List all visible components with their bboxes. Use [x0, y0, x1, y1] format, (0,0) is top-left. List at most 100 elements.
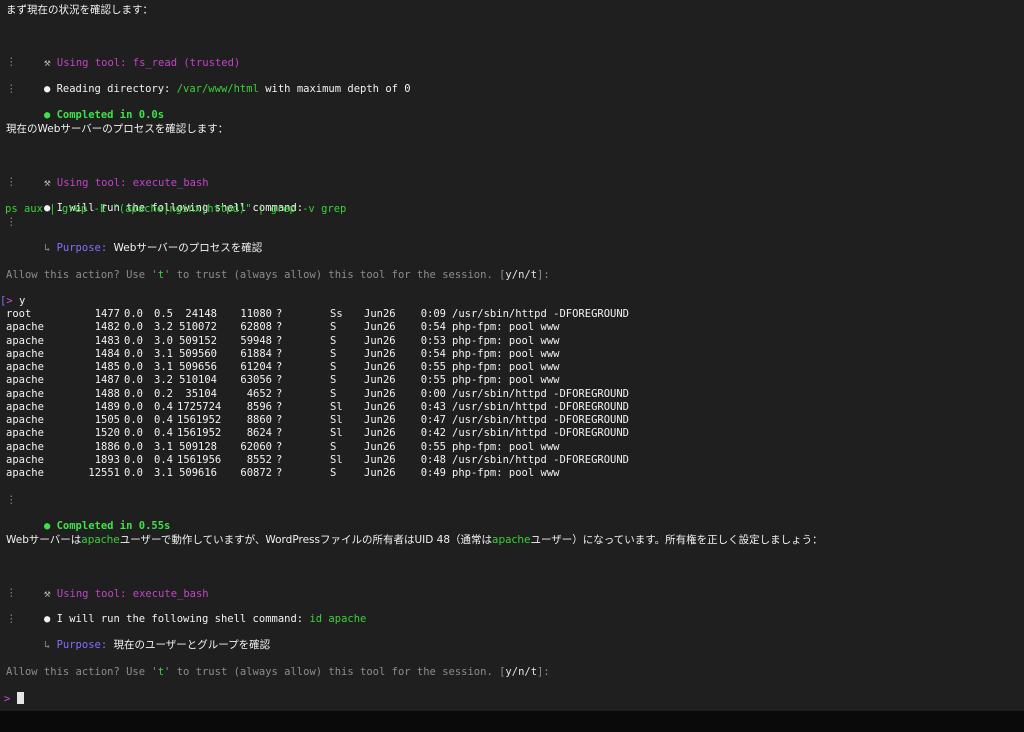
process-stat: S	[330, 361, 337, 373]
purpose-text: Webサーバーのプロセスを確認	[113, 242, 263, 254]
process-stat: S	[330, 440, 337, 453]
process-user: apache	[6, 427, 44, 440]
process-pid: 1477	[94, 308, 120, 320]
purpose-label: Purpose:	[56, 242, 108, 254]
process-time: 0:48	[420, 453, 446, 466]
process-start: Jun26	[364, 321, 396, 334]
analysis-part: ユーザー）になっています。所有権を正しく設定しましょう：	[530, 534, 823, 546]
gutter-icon: ⋮	[6, 494, 17, 506]
process-cmd: /usr/sbin/httpd -DFOREGROUND	[452, 453, 630, 466]
process-start: Jun26	[364, 387, 396, 400]
terminal-frame: まず現在の状況を確認します： ⚒ Using tool: fs_read (tr…	[0, 0, 1024, 732]
allow-middle: ' to trust (always allow) this tool for …	[164, 666, 506, 678]
process-cmd: /usr/sbin/httpd -DFOREGROUND	[452, 414, 630, 426]
prompt-glyph: >	[4, 693, 11, 705]
process-stat: Sl	[330, 414, 343, 426]
process-rss: 4652	[246, 387, 272, 400]
allow-suffix: ]:	[537, 666, 550, 678]
process-vsz: 35104	[185, 387, 217, 400]
process-time: 0:00	[420, 387, 446, 400]
process-user: apache	[6, 347, 44, 360]
process-mem: 3.1	[154, 440, 173, 453]
process-time: 0:09	[420, 308, 446, 320]
allow-middle: ' to trust (always allow) this tool for …	[164, 269, 506, 281]
tool-prefix: Using tool:	[56, 177, 127, 189]
process-stat: Sl	[330, 453, 343, 466]
analysis-part: ユーザーで動作していますが、WordPressファイルの所有者はUID 48（通…	[119, 534, 493, 546]
bullet-icon: ●	[43, 613, 51, 625]
process-cpu: 0.0	[124, 453, 143, 466]
process-pid: 1893	[94, 453, 120, 466]
tool-prefix: Using tool:	[56, 57, 127, 69]
reading-prefix: Reading directory:	[56, 83, 177, 95]
process-mem: 0.4	[154, 414, 173, 426]
tool-name: execute_bash	[132, 588, 209, 600]
gutter-icon: ⋮	[6, 216, 17, 228]
process-pid: 1505	[94, 414, 120, 426]
process-user: apache	[6, 467, 44, 479]
process-stat: S	[330, 321, 337, 334]
process-cpu: 0.0	[124, 427, 143, 440]
intro-text: まず現在の状況を確認します：	[6, 4, 153, 16]
process-vsz: 509616	[179, 467, 217, 479]
process-cmd: php-fpm: pool www	[452, 361, 560, 373]
process-rss: 62808	[240, 321, 272, 334]
process-rss: 8624	[246, 427, 272, 440]
process-cpu: 0.0	[124, 400, 143, 413]
process-start: Jun26	[364, 400, 396, 413]
process-cpu: 0.0	[124, 440, 143, 453]
process-vsz: 1561952	[177, 414, 222, 426]
process-rss: 60872	[240, 467, 272, 479]
purpose-line: ↳ Purpose: Webサーバーのプロセスを確認	[6, 229, 262, 268]
process-tty: ?	[276, 374, 283, 387]
allow-prefix: Allow this action? Use '	[6, 269, 158, 281]
process-user: apache	[6, 321, 44, 334]
process-cpu: 0.0	[124, 414, 143, 426]
prompt-glyph: >	[6, 295, 13, 307]
process-start: Jun26	[364, 347, 396, 360]
process-time: 0:54	[420, 347, 446, 360]
allow-suffix: ]:	[537, 269, 550, 281]
process-rss: 63056	[240, 374, 272, 387]
process-cmd: php-fpm: pool www	[452, 374, 560, 387]
process-rss: 62060	[240, 440, 272, 453]
process-stat: Sl	[330, 400, 343, 413]
terminal-output[interactable]: まず現在の状況を確認します： ⚒ Using tool: fs_read (tr…	[0, 0, 1024, 711]
process-cmd: php-fpm: pool www	[452, 440, 560, 453]
process-tty: ?	[276, 334, 283, 347]
process-vsz: 1561956	[177, 453, 222, 466]
process-rss: 8596	[246, 400, 272, 413]
purpose-label: Purpose:	[56, 639, 108, 651]
process-time: 0:55	[420, 374, 446, 387]
process-start: Jun26	[364, 467, 396, 479]
allow-options: y/n/t	[505, 269, 538, 281]
process-cpu: 0.0	[124, 361, 143, 373]
process-vsz: 1725724	[177, 400, 222, 413]
gutter-icon: ⋮	[6, 83, 17, 95]
input-prompt-line[interactable]: >	[4, 692, 24, 706]
text-cursor[interactable]	[16, 692, 24, 704]
process-pid: 1488	[94, 387, 120, 400]
process-pid: 1520	[94, 427, 120, 440]
process-time: 0:55	[420, 440, 446, 453]
tool-prefix: Using tool:	[56, 588, 127, 600]
purpose-text: 現在のユーザーとグループを確認	[113, 639, 271, 651]
process-cpu: 0.0	[124, 347, 143, 360]
process-rss: 61884	[240, 347, 272, 360]
process-mem: 0.4	[154, 427, 173, 440]
process-stat: S	[330, 387, 337, 400]
prompt-answer: y	[18, 295, 26, 307]
allow-options: y/n/t	[505, 666, 538, 678]
process-tty: ?	[276, 453, 283, 466]
process-vsz: 510072	[179, 321, 217, 334]
process-start: Jun26	[364, 427, 396, 440]
analysis-part: Webサーバーは	[6, 534, 82, 546]
process-time: 0:55	[420, 361, 446, 373]
process-tty: ?	[276, 414, 283, 426]
process-start: Jun26	[364, 440, 396, 453]
process-user: apache	[6, 361, 44, 373]
process-mem: 3.1	[154, 467, 173, 479]
process-mem: 0.4	[154, 453, 173, 466]
process-vsz: 1561952	[177, 427, 222, 440]
process-cpu: 0.0	[124, 374, 143, 387]
